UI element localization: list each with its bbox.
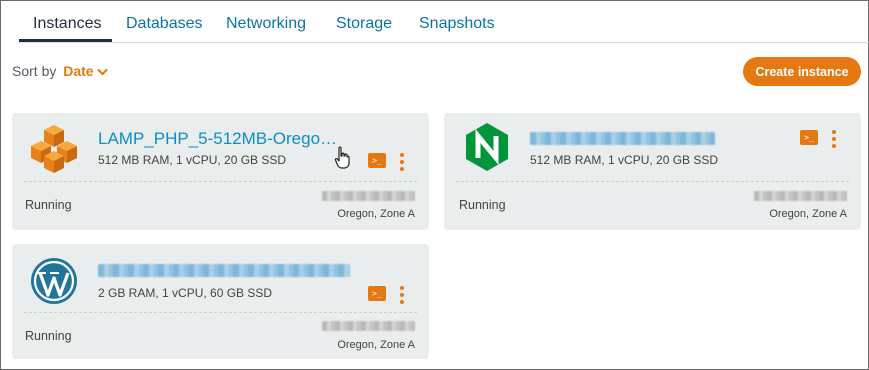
tab-storage[interactable]: Storage [336, 15, 392, 33]
instance-specs: 2 GB RAM, 1 vCPU, 60 GB SSD [98, 286, 273, 300]
instance-region: Oregon, Zone A [769, 208, 847, 220]
wordpress-icon [31, 258, 77, 304]
card-divider [24, 312, 417, 313]
instance-status: Running [25, 198, 72, 212]
more-options-icon[interactable] [398, 153, 406, 171]
terminal-icon[interactable]: >_ [368, 286, 386, 301]
tab-instances[interactable]: Instances [33, 15, 101, 33]
redacted-ip-address [322, 321, 415, 331]
card-divider [456, 181, 849, 182]
more-options-icon[interactable] [398, 286, 406, 304]
redacted-ip-address [322, 191, 415, 201]
instance-card: 2 GB RAM, 1 vCPU, 60 GB SSD >_ Running O… [12, 244, 429, 359]
tab-networking[interactable]: Networking [226, 15, 306, 33]
hand-cursor-icon [334, 146, 350, 169]
terminal-icon[interactable]: >_ [800, 130, 818, 145]
tab-databases[interactable]: Databases [126, 15, 203, 33]
aws-cubes-icon [31, 125, 77, 173]
sort-value-dropdown[interactable]: Date [63, 63, 108, 79]
instance-region: Oregon, Zone A [337, 208, 415, 220]
instance-status: Running [459, 198, 506, 212]
card-divider [24, 181, 417, 182]
nginx-icon [466, 123, 508, 171]
instance-specs: 512 MB RAM, 1 vCPU, 20 GB SSD [530, 153, 719, 167]
instance-specs: 512 MB RAM, 1 vCPU, 20 GB SSD [98, 153, 287, 167]
tab-bar: Instances Databases Networking Storage S… [19, 1, 869, 43]
instance-card: LAMP_PHP_5-512MB-Orego… 512 MB RAM, 1 vC… [12, 113, 429, 230]
tab-snapshots[interactable]: Snapshots [419, 15, 495, 33]
instance-name-link[interactable]: LAMP_PHP_5-512MB-Orego… [98, 129, 337, 149]
terminal-icon[interactable]: >_ [368, 153, 386, 168]
sort-label: Sort by [12, 63, 57, 79]
sort-value: Date [63, 63, 94, 79]
active-tab-indicator [19, 39, 112, 42]
instance-status: Running [25, 329, 72, 343]
redacted-instance-name[interactable] [98, 264, 350, 277]
redacted-instance-name[interactable] [530, 132, 715, 145]
more-options-icon[interactable] [830, 130, 838, 148]
instance-region: Oregon, Zone A [337, 339, 415, 351]
chevron-down-icon [96, 69, 108, 76]
instances-panel: Instances Databases Networking Storage S… [0, 0, 869, 370]
create-instance-button[interactable]: Create instance [743, 57, 861, 86]
redacted-ip-address [754, 191, 847, 201]
sort-control: Sort by Date [12, 63, 108, 79]
instance-card: 512 MB RAM, 1 vCPU, 20 GB SSD >_ Running… [444, 113, 861, 230]
